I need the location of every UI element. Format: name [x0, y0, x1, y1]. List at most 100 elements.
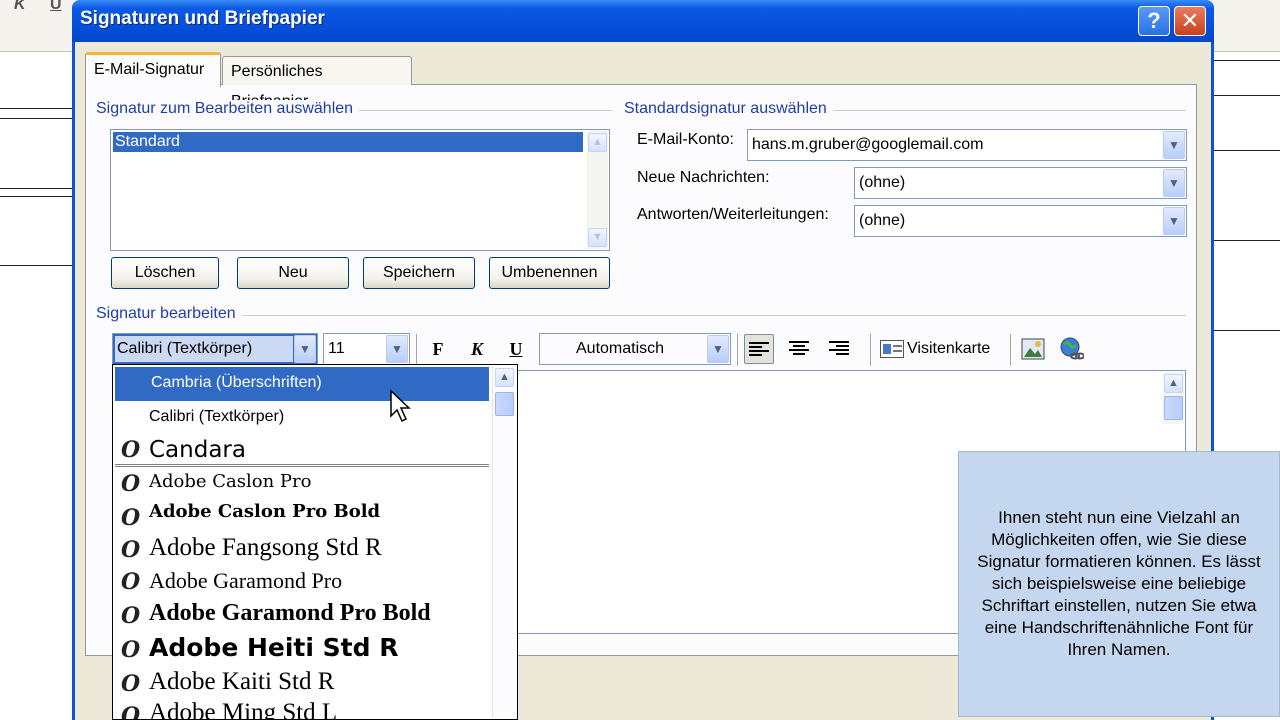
chevron-down-icon[interactable]: ▼ [1163, 207, 1185, 235]
font-option-label: Adobe Caslon Pro Bold [149, 501, 381, 522]
font-option-label: Adobe Caslon Pro [149, 471, 312, 492]
new-messages-select[interactable]: (ohne) ▼ [854, 167, 1187, 199]
align-left-icon[interactable] [744, 334, 774, 364]
new-messages-label: Neue Nachrichten: [637, 169, 770, 186]
signature-listbox[interactable]: Standard ▲ ▼ [110, 129, 610, 251]
replies-select[interactable]: (ohne) ▼ [854, 205, 1187, 237]
opentype-icon: O [121, 637, 141, 663]
insert-hyperlink-icon[interactable] [1056, 334, 1086, 364]
font-option[interactable]: O Adobe Caslon Pro [113, 469, 491, 499]
font-select[interactable]: Calibri (Textkörper) ▼ [112, 333, 318, 365]
insert-picture-icon[interactable] [1018, 334, 1048, 364]
scroll-up-icon[interactable]: ▲ [495, 368, 514, 387]
background-ruler-line [1214, 60, 1280, 61]
scroll-down-icon[interactable]: ▼ [588, 228, 607, 247]
font-list-scrollbar[interactable]: ▲ [492, 366, 516, 718]
background-ruler-line [0, 118, 72, 119]
chevron-down-icon[interactable]: ▼ [707, 335, 729, 363]
font-option-label: Calibri (Textkörper) [149, 408, 285, 425]
tab-label: E-Mail-Signatur [94, 61, 205, 78]
scroll-up-icon[interactable]: ▲ [588, 133, 607, 152]
close-button[interactable]: ✕ [1174, 6, 1206, 36]
font-option[interactable]: O Adobe Garamond Pro [113, 567, 491, 599]
opentype-icon: O [121, 505, 141, 531]
opentype-icon: O [121, 537, 141, 563]
tab-email-signature[interactable]: E-Mail-Signatur [85, 52, 221, 87]
font-option-cambria[interactable]: Cambria (Überschriften) [115, 367, 489, 401]
save-button[interactable]: Speichern [363, 257, 475, 289]
font-option-label: Adobe Heiti Std R [149, 633, 399, 662]
font-color-select[interactable]: Automatisch ▼ [539, 333, 731, 365]
font-option[interactable]: O Adobe Fangsong Std R [113, 533, 491, 567]
background-ruler-line [1214, 330, 1280, 331]
editor-scrollbar[interactable]: ▲ [1163, 372, 1184, 424]
opentype-icon: O [121, 603, 141, 629]
opentype-icon: O [121, 471, 141, 497]
font-option-label: Adobe Fangsong Std R [149, 534, 382, 561]
opentype-icon: O [121, 569, 141, 595]
background-ruler-line [0, 265, 72, 266]
business-card-label: Visitenkarte [907, 340, 991, 357]
chevron-down-icon[interactable]: ▼ [386, 335, 408, 363]
font-list-separator [115, 464, 489, 467]
edit-signature-group-label: Signatur bearbeiten [96, 305, 242, 323]
background-ruler-line [1214, 95, 1280, 96]
new-messages-value: (ohne) [859, 174, 906, 191]
new-button[interactable]: Neu [237, 257, 349, 289]
font-option-label: Adobe Kaiti Std R [149, 668, 335, 695]
delete-button[interactable]: Löschen [111, 257, 219, 289]
dialog-titlebar[interactable]: Signaturen und Briefpapier ? ✕ [72, 0, 1214, 42]
toolbar-separator [1010, 334, 1011, 366]
mouse-pointer-icon [390, 389, 412, 429]
opentype-icon: O [121, 703, 141, 720]
opentype-icon: O [121, 671, 141, 697]
list-item-selected[interactable]: Standard [112, 131, 584, 153]
font-option-label: Candara [149, 437, 246, 463]
scroll-thumb[interactable] [495, 392, 514, 416]
scroll-up-icon[interactable]: ▲ [1164, 374, 1183, 393]
font-option[interactable]: O Adobe Heiti Std R [113, 633, 491, 667]
toolbar-separator [737, 334, 738, 366]
opentype-icon: O [121, 437, 141, 463]
font-value: Calibri (Textkörper) [115, 336, 293, 362]
underline-button[interactable]: U [501, 334, 531, 364]
signature-list-scrollbar[interactable]: ▲ ▼ [587, 131, 608, 249]
tab-personal-stationery[interactable]: Persönliches Briefpapier [222, 56, 412, 110]
signature-select-group-label: Signatur zum Bearbeiten auswählen [96, 100, 360, 118]
align-center-icon[interactable] [784, 334, 814, 364]
help-button[interactable]: ? [1138, 6, 1170, 36]
chevron-down-icon[interactable]: ▼ [294, 335, 316, 363]
italic-button[interactable]: K [462, 334, 492, 364]
align-right-icon[interactable] [824, 334, 854, 364]
font-option-label: Adobe Garamond Pro [149, 568, 343, 593]
font-color-value: Automatisch [576, 340, 665, 357]
toolbar-separator [416, 334, 417, 366]
background-ruler-line [1214, 240, 1280, 241]
account-label: E-Mail-Konto: [637, 131, 734, 148]
font-dropdown-list[interactable]: Cambria (Überschriften) Calibri (Textkör… [112, 364, 518, 720]
background-ruler-line [0, 108, 72, 109]
font-size-select[interactable]: 11 ▼ [323, 333, 410, 365]
background-ruler-line [0, 196, 72, 197]
business-card-button[interactable]: Visitenkarte [880, 334, 998, 364]
scroll-thumb[interactable] [1164, 396, 1183, 420]
info-callout-text: Ihnen steht nun eine Vielzahl an Möglich… [977, 508, 1261, 659]
info-callout: Ihnen steht nun eine Vielzahl an Möglich… [958, 451, 1280, 717]
rename-button[interactable]: Umbenennen [489, 257, 610, 289]
dialog-footer [518, 656, 958, 720]
font-option-label: Adobe Ming Std L [149, 699, 338, 720]
background-italic-glyph: K [14, 0, 26, 13]
font-option-candara[interactable]: O Candara [113, 435, 491, 467]
group-divider [96, 315, 1186, 316]
font-option[interactable]: O Adobe Ming Std L [113, 699, 491, 720]
dialog-title: Signaturen und Briefpapier [80, 8, 325, 29]
chevron-down-icon[interactable]: ▼ [1163, 169, 1185, 197]
account-value: hans.m.gruber@googlemail.com [752, 136, 984, 153]
font-option[interactable]: O Adobe Caslon Pro Bold [113, 499, 491, 533]
bold-button[interactable]: F [423, 334, 453, 364]
font-option[interactable]: O Adobe Garamond Pro Bold [113, 599, 491, 633]
account-select[interactable]: hans.m.gruber@googlemail.com ▼ [747, 129, 1187, 161]
chevron-down-icon[interactable]: ▼ [1163, 131, 1185, 159]
font-option[interactable]: O Adobe Kaiti Std R [113, 667, 491, 701]
font-option-calibri[interactable]: Calibri (Textkörper) [113, 403, 491, 435]
